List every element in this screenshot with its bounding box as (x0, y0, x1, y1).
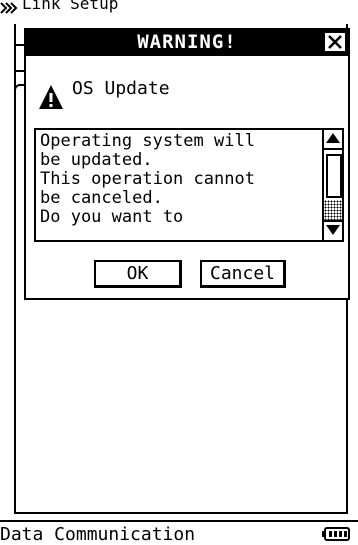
scroll-thumb[interactable] (326, 154, 342, 198)
arrow-down-icon (326, 225, 340, 235)
background-tab-stub (14, 44, 24, 72)
status-bar: Data Communication (0, 520, 358, 545)
cancel-button[interactable]: Cancel (200, 260, 286, 288)
background-window-title: Link Setup (22, 0, 119, 13)
background-window-border-bottom (14, 512, 348, 514)
dialog-title: WARNING! (137, 31, 237, 53)
warning-dialog: WARNING! OS Update Operating system will… (24, 28, 350, 300)
battery-icon (322, 526, 350, 545)
ok-button[interactable]: OK (94, 260, 182, 288)
background-panel-corner (14, 84, 24, 104)
message-text: Operating system will be updated. This o… (40, 131, 255, 227)
arrow-up-icon (326, 133, 340, 143)
scroll-up-button[interactable] (324, 130, 342, 150)
close-button[interactable] (324, 32, 346, 52)
scroll-down-button[interactable] (324, 220, 342, 240)
scroll-track[interactable] (324, 200, 342, 220)
dialog-header: OS Update (72, 78, 170, 99)
warning-triangle-icon (38, 84, 64, 114)
dialog-titlebar: WARNING! (26, 30, 348, 56)
status-text: Data Communication (0, 524, 196, 545)
link-icon (0, 0, 20, 14)
close-icon (328, 35, 342, 49)
vertical-scrollbar[interactable] (322, 130, 342, 240)
message-box: Operating system will be updated. This o… (34, 128, 344, 242)
